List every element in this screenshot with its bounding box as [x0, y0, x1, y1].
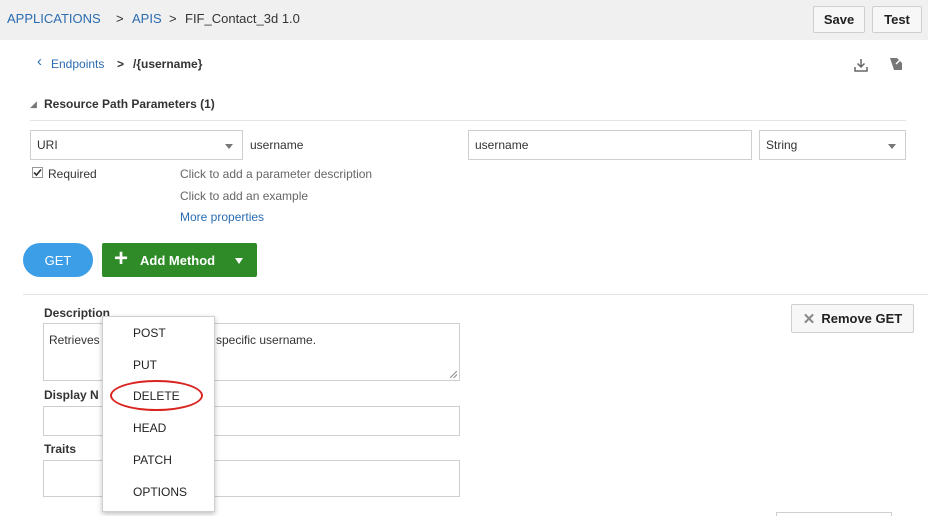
- method-divider: [23, 294, 928, 295]
- add-method-label: Add Method: [140, 253, 216, 268]
- param-type-value: URI: [37, 138, 58, 152]
- endpoints-link[interactable]: Endpoints: [51, 57, 104, 71]
- chevron-down-icon: [225, 144, 233, 149]
- param-datatype-value: String: [766, 138, 798, 152]
- display-name-label: Display N: [44, 388, 99, 402]
- chevron-down-icon: [235, 258, 243, 264]
- get-method-tab[interactable]: GET: [23, 243, 93, 277]
- remove-get-button[interactable]: ✕ Remove GET: [791, 304, 914, 333]
- section-divider: [30, 120, 906, 121]
- required-label: Required: [48, 167, 97, 181]
- save-button[interactable]: Save: [813, 6, 865, 33]
- menu-item-head[interactable]: HEAD: [133, 421, 166, 435]
- close-icon: ✕: [802, 310, 816, 328]
- subnav-separator: >: [117, 57, 125, 71]
- breadcrumb-apis[interactable]: APIS: [132, 11, 162, 26]
- menu-item-post[interactable]: POST: [133, 326, 166, 340]
- param-display-name-input[interactable]: username: [468, 130, 752, 160]
- menu-item-options[interactable]: OPTIONS: [133, 485, 187, 499]
- param-description-hint[interactable]: Click to add a parameter description: [180, 167, 372, 181]
- add-method-button[interactable]: + Add Method: [102, 243, 257, 277]
- param-name[interactable]: username: [250, 138, 303, 152]
- highlight-ring: [110, 380, 203, 411]
- param-datatype-select[interactable]: String: [759, 130, 906, 160]
- endpoint-path: /{username}: [133, 57, 203, 71]
- description-text-end: specific username.: [216, 333, 317, 347]
- more-properties-link[interactable]: More properties: [180, 210, 264, 224]
- breadcrumb-applications[interactable]: APPLICATIONS: [7, 11, 101, 26]
- menu-item-put[interactable]: PUT: [133, 358, 157, 372]
- plus-icon: +: [114, 245, 129, 272]
- description-label: Description: [44, 306, 111, 320]
- breadcrumb-current: FIF_Contact_3d 1.0: [185, 11, 300, 26]
- edit-icon[interactable]: [889, 57, 903, 71]
- param-example-hint[interactable]: Click to add an example: [180, 189, 308, 203]
- back-chevron-icon[interactable]: ‹: [37, 54, 42, 70]
- breadcrumb-separator: >: [116, 11, 124, 26]
- traits-label: Traits: [44, 442, 77, 456]
- partial-button: [776, 512, 892, 516]
- resize-handle-icon[interactable]: [450, 371, 457, 378]
- description-text-start: Retrieves: [49, 333, 100, 347]
- download-icon[interactable]: [854, 58, 868, 72]
- param-type-select[interactable]: URI: [30, 130, 243, 160]
- breadcrumb-separator: >: [169, 11, 177, 26]
- add-method-dropdown: POST PUT DELETE HEAD PATCH OPTIONS: [102, 316, 215, 512]
- get-method-label: GET: [44, 252, 72, 268]
- remove-get-label: Remove GET: [821, 311, 903, 326]
- menu-item-patch[interactable]: PATCH: [133, 453, 172, 467]
- collapse-toggle-icon[interactable]: ◢: [30, 99, 37, 110]
- section-title: Resource Path Parameters (1): [44, 97, 215, 111]
- required-checkbox[interactable]: [32, 167, 43, 178]
- chevron-down-icon: [888, 144, 896, 149]
- test-button[interactable]: Test: [872, 6, 922, 33]
